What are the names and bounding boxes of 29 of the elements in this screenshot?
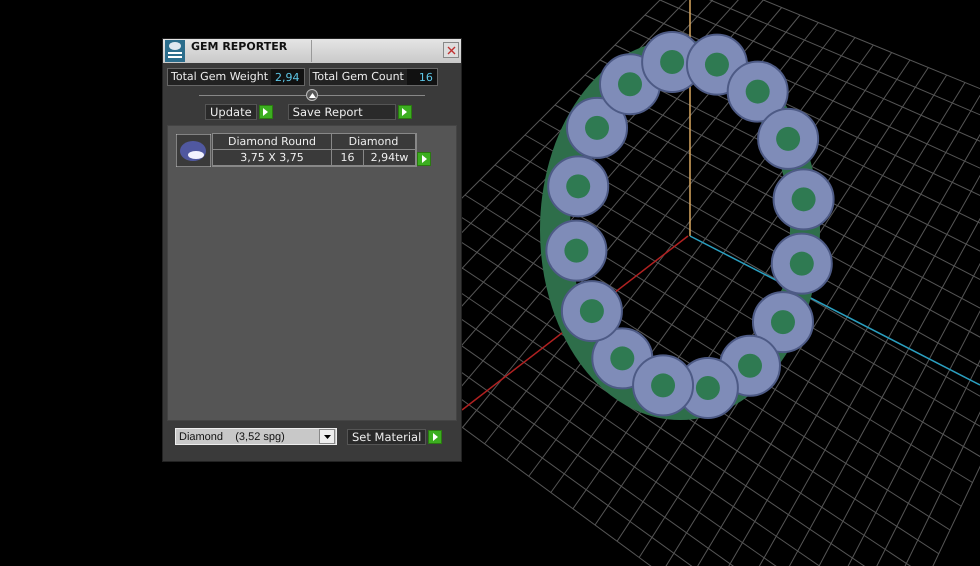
gem-weight-cell: 2,94tw — [364, 150, 416, 166]
total-value: 16 — [418, 70, 434, 84]
gem-name-cell: Diamond Round — [213, 134, 332, 150]
gem-thumbnail-icon — [176, 134, 211, 167]
action-button[interactable]: Save Report — [288, 104, 396, 120]
gem-list-icon — [165, 40, 185, 62]
play-button[interactable] — [258, 105, 273, 119]
play-icon — [432, 432, 438, 440]
total-label: Total Gem Count — [310, 69, 407, 85]
play-icon — [402, 108, 408, 116]
total-label: Total Gem Weight — [168, 69, 272, 85]
play-button[interactable] — [417, 152, 431, 166]
collapse-button[interactable] — [306, 89, 318, 101]
window-title: GEM REPORTER — [191, 40, 288, 53]
close-icon — [446, 46, 456, 54]
action-button[interactable]: Update — [205, 104, 257, 120]
set-material-button[interactable]: Set Material — [347, 428, 426, 444]
gem-material-cell: Diamond — [332, 134, 416, 150]
close-button[interactable] — [443, 42, 459, 58]
material-dropdown[interactable]: Diamond (3,52 spg) — [175, 428, 337, 445]
caret-up-icon — [308, 92, 316, 98]
play-icon — [422, 155, 426, 163]
gem-count-cell: 16 — [332, 150, 364, 166]
play-button[interactable] — [398, 105, 412, 119]
dropdown-caret-icon — [324, 434, 330, 438]
gem-size-cell: 3,75 X 3,75 — [213, 150, 332, 166]
total-value: 2,94 — [274, 70, 301, 84]
play-icon — [263, 108, 268, 116]
play-button[interactable] — [428, 430, 442, 444]
